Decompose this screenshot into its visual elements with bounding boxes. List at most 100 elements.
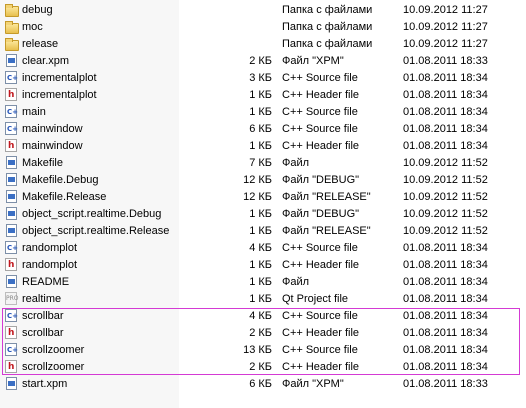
cpp-source-icon: C+ [5,309,18,322]
file-name: randomplot [22,259,78,271]
file-size: 2 КБ [249,55,272,67]
file-name: scrollbar [22,310,64,322]
file-row[interactable]: Makefile.Debug 12 КБ Файл "DEBUG" 10.09.201… [0,172,526,189]
file-row[interactable]: h randomplot 1 КБ C++ Header file 01.08.2011… [0,257,526,274]
image-file-icon [6,377,17,390]
cpp-source-icon: C+ [5,71,18,84]
file-row[interactable]: object_script.realtime.Release 1 КБ Файл "… [0,223,526,240]
folder-icon [5,21,19,34]
file-date: 01.08.2011 18:33 [403,55,488,67]
file-type: Файл "DEBUG" [282,174,360,186]
file-date: 01.08.2011 18:34 [403,123,488,135]
file-row[interactable]: debug Папка с файлами 10.09.2012 11:27 [0,2,526,19]
file-type: C++ Header file [282,140,360,152]
file-row[interactable]: C+ scrollzoomer 13 КБ C++ Source file 01.08.… [0,342,526,359]
file-date: 10.09.2012 11:52 [403,225,488,237]
qt-project-icon: PRO [5,292,19,305]
file-name: start.xpm [22,378,68,390]
file-date: 01.08.2011 18:34 [403,276,488,288]
file-name: mainwindow [22,123,83,135]
file-row[interactable]: moc Папка с файлами 10.09.2012 11:27 [0,19,526,36]
file-size: 2 КБ [249,327,272,339]
file-size: 12 КБ [243,191,272,203]
file-size: 3 КБ [249,72,272,84]
file-size: 1 КБ [249,140,272,152]
file-date: 01.08.2011 18:34 [403,140,488,152]
file-row[interactable]: C+ incrementalplot 3 КБ C++ Source file 01.0… [0,70,526,87]
file-size: 1 КБ [249,106,272,118]
file-name: debug [22,4,53,16]
cpp-header-icon: h [5,360,17,373]
file-row[interactable]: release Папка с файлами 10.09.2012 11:27 [0,36,526,53]
file-row[interactable]: C+ mainwindow 6 КБ C++ Source file 01.08.201… [0,121,526,138]
file-date: 10.09.2012 11:27 [403,38,488,50]
file-date: 01.08.2011 18:34 [403,310,488,322]
file-row[interactable]: h mainwindow 1 КБ C++ Header file 01.08.2011… [0,138,526,155]
generic-file-icon [6,207,17,220]
file-date: 01.08.2011 18:33 [403,378,488,390]
file-row[interactable]: C+ main 1 КБ C++ Source file 01.08.2011 18:3… [0,104,526,121]
file-name: incrementalplot [22,72,97,84]
file-row[interactable]: Makefile.Release 12 КБ Файл "RELEASE" 10.09… [0,189,526,206]
file-type: C++ Header file [282,89,360,101]
file-row[interactable]: Makefile 7 КБ Файл 10.09.2012 11:52 [0,155,526,172]
file-name: scrollbar [22,327,64,339]
file-size: 6 КБ [249,123,272,135]
generic-file-icon [6,275,17,288]
file-name: realtime [22,293,62,305]
cpp-source-icon: C+ [5,241,18,254]
cpp-source-icon: C+ [5,343,18,356]
file-size: 6 КБ [249,378,272,390]
file-list-pane: debug Папка с файлами 10.09.2012 11:27 moc П… [0,0,526,408]
file-size: 12 КБ [243,174,272,186]
file-type: C++ Source file [282,123,358,135]
file-date: 01.08.2011 18:34 [403,327,488,339]
file-row[interactable]: README 1 КБ Файл 01.08.2011 18:34 [0,274,526,291]
file-name: moc [22,21,43,33]
file-size: 1 КБ [249,259,272,271]
file-name: object_script.realtime.Debug [22,208,162,220]
file-date: 01.08.2011 18:34 [403,293,488,305]
file-size: 2 КБ [249,361,272,373]
file-row[interactable]: C+ scrollbar 4 КБ C++ Source file 01.08.2011… [0,308,526,325]
file-type: C++ Source file [282,106,358,118]
file-row[interactable]: h incrementalplot 1 КБ C++ Header file 01.08… [0,87,526,104]
file-row[interactable]: object_script.realtime.Debug 1 КБ Файл "DE… [0,206,526,223]
generic-file-icon [6,190,17,203]
file-type: Файл "XPM" [282,55,344,67]
cpp-header-icon: h [5,326,17,339]
file-type: Папка с файлами [282,4,373,16]
file-date: 01.08.2011 18:34 [403,72,488,84]
file-type: Файл [282,157,310,169]
file-row[interactable]: h scrollbar 2 КБ C++ Header file 01.08.2011 … [0,325,526,342]
file-name: scrollzoomer [22,344,85,356]
file-row[interactable]: start.xpm 6 КБ Файл "XPM" 01.08.2011 18:33 [0,376,526,393]
cpp-source-icon: C+ [5,122,18,135]
file-name: Makefile [22,157,63,169]
file-row[interactable]: clear.xpm 2 КБ Файл "XPM" 01.08.2011 18:33 [0,53,526,70]
file-type: Qt Project file [282,293,349,305]
file-name: scrollzoomer [22,361,85,373]
file-type: C++ Header file [282,361,360,373]
file-date: 10.09.2012 11:52 [403,174,488,186]
file-list: debug Папка с файлами 10.09.2012 11:27 moc П… [0,2,526,393]
file-name: Makefile.Release [22,191,107,203]
file-date: 01.08.2011 18:34 [403,242,488,254]
file-type: C++ Source file [282,242,358,254]
file-type: C++ Source file [282,72,358,84]
file-size: 13 КБ [243,344,272,356]
file-type: C++ Header file [282,327,360,339]
file-size: 1 КБ [249,208,272,220]
file-size: 7 КБ [249,157,272,169]
file-row[interactable]: PRO realtime 1 КБ Qt Project file 01.08.2011… [0,291,526,308]
generic-file-icon [6,156,17,169]
file-type: C++ Source file [282,310,358,322]
file-type: C++ Source file [282,344,358,356]
file-size: 1 КБ [249,293,272,305]
file-row[interactable]: C+ randomplot 4 КБ C++ Source file 01.08.201… [0,240,526,257]
file-name: incrementalplot [22,89,97,101]
file-size: 1 КБ [249,276,272,288]
file-row[interactable]: h scrollzoomer 2 КБ C++ Header file 01.08.20… [0,359,526,376]
cpp-header-icon: h [5,88,17,101]
file-name: clear.xpm [22,55,70,67]
